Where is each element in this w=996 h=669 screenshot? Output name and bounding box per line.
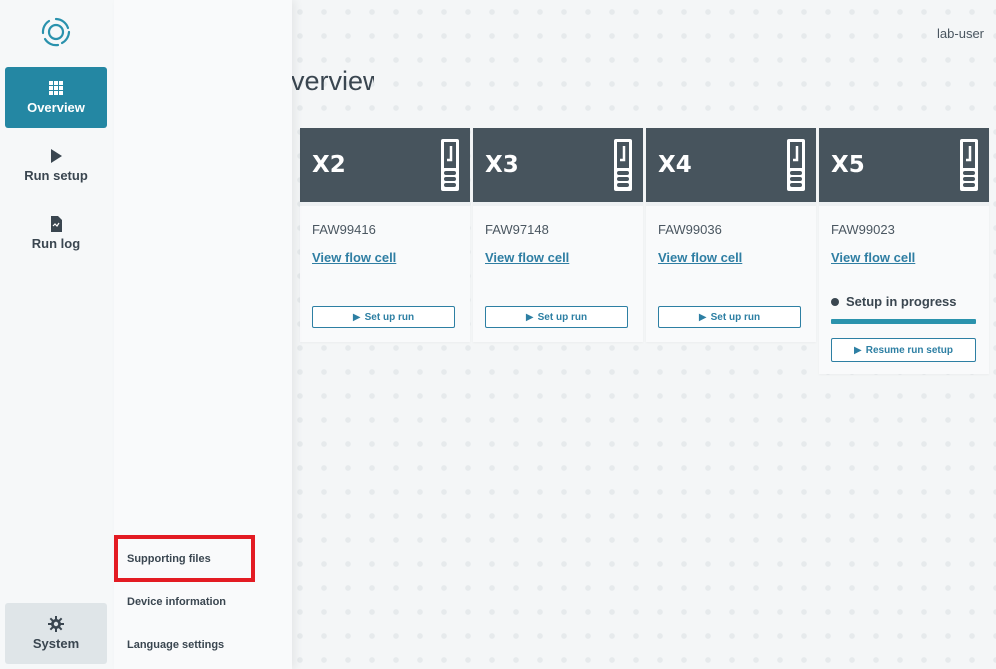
view-flow-cell-link[interactable]: View flow cell (485, 250, 569, 265)
play-icon: ▶ (854, 344, 862, 356)
card-body: FAW99023 View flow cell Setup in progres… (819, 206, 989, 374)
button-label: Set up run (537, 311, 588, 323)
flow-cell-card-x3: X3 FAW97148 View flow cell ▶ Set up run (473, 128, 643, 342)
app-logo-icon (41, 17, 71, 47)
play-icon: ▶ (698, 311, 707, 323)
card-header: X3 (473, 128, 643, 206)
menu-item-language-settings[interactable]: Language settings (127, 639, 224, 651)
gear-icon (48, 616, 64, 632)
flow-cell-icon (441, 139, 459, 191)
position-label: X4 (658, 152, 692, 178)
position-label: X3 (485, 152, 519, 178)
user-name[interactable]: lab-user (937, 26, 984, 41)
play-icon (51, 149, 62, 163)
position-label: X5 (831, 152, 865, 178)
button-label: Resume run setup (865, 344, 953, 356)
resume-run-setup-button[interactable]: ▶ Resume run setup (831, 338, 976, 362)
set-up-run-button[interactable]: ▶ Set up run (658, 306, 801, 328)
nav-item-run-log[interactable]: Run log (5, 203, 107, 264)
highlight-annotation-box (114, 535, 255, 582)
status-indicator: Setup in progress (831, 294, 957, 309)
status-label: Setup in progress (846, 294, 957, 309)
status-dot-icon (831, 297, 839, 306)
flow-cell-card-x2: X2 FAW99416 View flow cell ▶ Set up run (300, 128, 470, 342)
card-body: FAW99036 View flow cell ▶ Set up run (646, 206, 816, 342)
set-up-run-button[interactable]: ▶ Set up run (312, 306, 455, 328)
nav-item-run-setup[interactable]: Run setup (5, 135, 107, 196)
flow-cell-id: FAW97148 (485, 222, 549, 237)
flow-cell-card-x5: X5 FAW99023 View flow cell Setup in prog… (819, 128, 989, 374)
document-icon (51, 216, 62, 232)
play-icon: ▶ (525, 311, 534, 323)
button-label: Set up run (364, 311, 415, 323)
flow-cell-id: FAW99023 (831, 222, 895, 237)
nav-item-overview[interactable]: Overview (5, 67, 107, 128)
nav-item-system[interactable]: System (5, 603, 107, 664)
view-flow-cell-link[interactable]: View flow cell (312, 250, 396, 265)
card-header: X2 (300, 128, 470, 206)
flow-cell-icon (960, 139, 978, 191)
set-up-run-button[interactable]: ▶ Set up run (485, 306, 628, 328)
view-flow-cell-link[interactable]: View flow cell (831, 250, 915, 265)
flow-cell-icon (787, 139, 805, 191)
flow-cell-id: FAW99416 (312, 222, 376, 237)
card-body: FAW99416 View flow cell ▶ Set up run (300, 206, 470, 342)
flow-cell-icon (614, 139, 632, 191)
setup-progress-bar (831, 319, 976, 324)
position-label: X2 (312, 152, 346, 178)
page-title: Overview (284, 66, 374, 96)
nav-label: Run setup (24, 168, 88, 183)
card-header: X4 (646, 128, 816, 206)
card-body: FAW97148 View flow cell ▶ Set up run (473, 206, 643, 342)
nav-label: Run log (31, 236, 81, 251)
nav-label: System (32, 636, 80, 651)
button-label: Set up run (710, 311, 761, 323)
nav-label: Overview (27, 100, 85, 115)
card-header: X5 (819, 128, 989, 206)
view-flow-cell-link[interactable]: View flow cell (658, 250, 742, 265)
play-icon: ▶ (352, 311, 361, 323)
flow-cell-id: FAW99036 (658, 222, 722, 237)
left-nav-rail: Overview Run setup Run log System (0, 0, 115, 669)
menu-item-device-information[interactable]: Device information (127, 596, 226, 608)
grid-icon (49, 81, 63, 95)
flow-cell-card-x4: X4 FAW99036 View flow cell ▶ Set up run (646, 128, 816, 342)
